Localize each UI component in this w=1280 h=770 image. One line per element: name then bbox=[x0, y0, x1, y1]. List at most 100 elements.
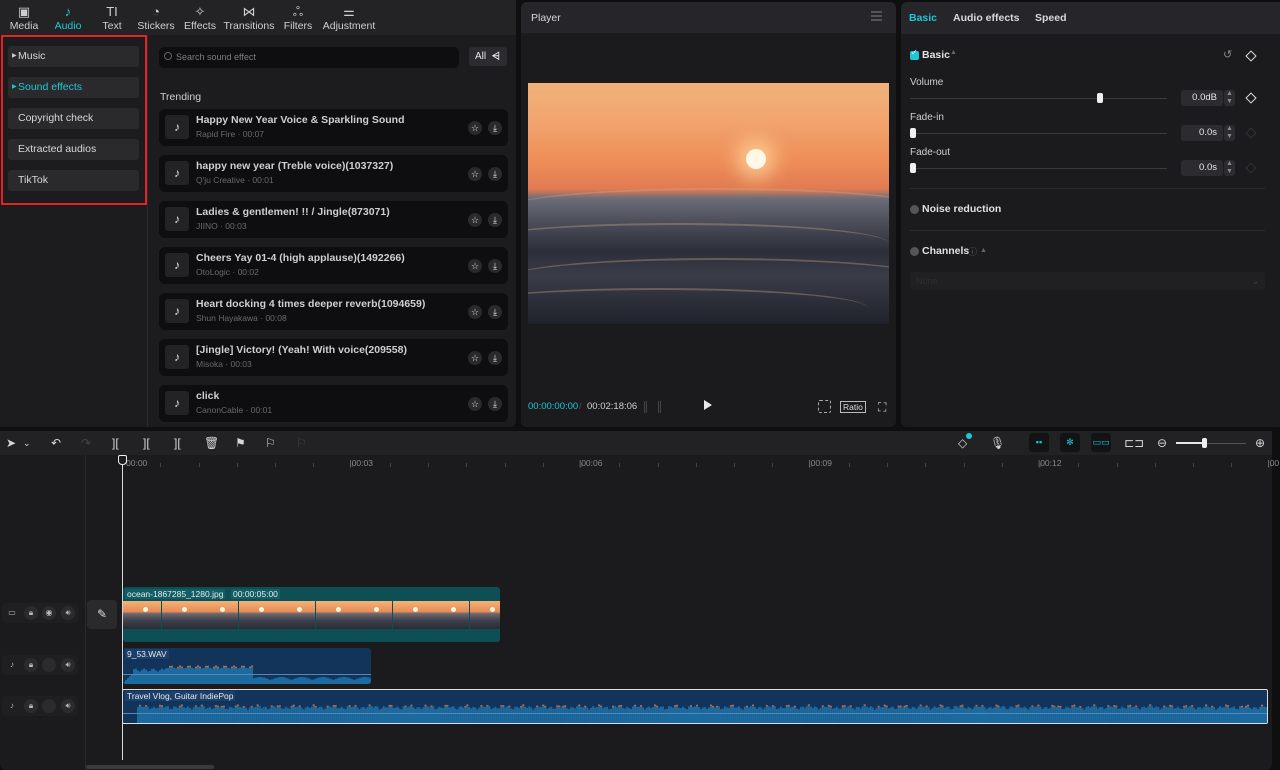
speaker-icon[interactable]: 🔊︎ bbox=[61, 699, 75, 713]
tab-basic[interactable]: Basic bbox=[909, 12, 937, 24]
tab-audio-effects[interactable]: Audio effects bbox=[953, 12, 1020, 24]
favorite-star-icon[interactable]: ☆ bbox=[468, 305, 482, 319]
favorite-star-icon[interactable]: ☆ bbox=[468, 167, 482, 181]
waveform-bar bbox=[859, 708, 862, 723]
favorite-star-icon[interactable]: ☆ bbox=[468, 351, 482, 365]
play-button[interactable] bbox=[704, 400, 712, 410]
search-input[interactable]: Search sound effect bbox=[159, 47, 459, 68]
download-icon[interactable]: ⤓ bbox=[488, 213, 502, 227]
tab-speed[interactable]: Speed bbox=[1035, 12, 1067, 24]
keyframe-icon[interactable] bbox=[1245, 50, 1257, 62]
audio-clip[interactable]: Travel Vlog, Guitar IndiePop bbox=[122, 689, 1268, 724]
sound-list-item[interactable]: ♪ Heart docking 4 times deeper reverb(10… bbox=[159, 293, 508, 330]
download-icon[interactable]: ⤓ bbox=[488, 167, 502, 181]
undo-icon[interactable]: ↶ bbox=[51, 435, 61, 451]
collapse-icon[interactable]: ▲ bbox=[950, 49, 957, 56]
waveform-bar bbox=[692, 707, 695, 723]
tab-media[interactable]: ▣ Media bbox=[2, 0, 46, 35]
sound-list-item[interactable]: ♪ Happy New Year Voice & Sparkling Sound… bbox=[159, 109, 508, 146]
fade-in-stepper[interactable]: ▲ ▼ bbox=[1224, 125, 1235, 141]
eye-icon[interactable]: ◉ bbox=[42, 606, 56, 620]
download-icon[interactable]: ⤓ bbox=[488, 259, 502, 273]
fullscreen-icon[interactable]: ⛶ bbox=[878, 400, 886, 415]
volume-slider-handle[interactable] bbox=[1097, 93, 1104, 103]
fade-out-slider-handle[interactable] bbox=[910, 163, 916, 173]
keyframe-ai-icon[interactable]: ◇ bbox=[958, 433, 972, 451]
trim-right-icon[interactable]: ][ bbox=[174, 435, 181, 451]
tab-text[interactable]: TI Text bbox=[90, 0, 134, 35]
video-clip[interactable]: ocean-1867285_1280.jpg 00:00:05:00 bbox=[123, 587, 500, 642]
speaker-icon[interactable]: 🔊︎ bbox=[61, 606, 75, 620]
favorite-star-icon[interactable]: ☆ bbox=[468, 121, 482, 135]
download-icon[interactable]: ⤓ bbox=[488, 397, 502, 411]
sound-list-item[interactable]: ♪ [Jingle] Victory! (Yeah! With voice(20… bbox=[159, 339, 508, 376]
video-preview[interactable] bbox=[528, 83, 889, 324]
fade-in-slider-handle[interactable] bbox=[910, 128, 916, 138]
trim-left-icon[interactable]: ][ bbox=[143, 435, 150, 451]
waveform-peak bbox=[674, 705, 677, 707]
sound-list-item[interactable]: ♪ Cheers Yay 01-4 (high applause)(149226… bbox=[159, 247, 508, 284]
zoom-fit-icon[interactable] bbox=[818, 400, 831, 413]
tab-adjustment[interactable]: ⚌ Adjustment bbox=[320, 0, 378, 35]
ai-marker-icon[interactable]: ⚑ bbox=[235, 435, 246, 451]
lock-icon[interactable]: 🔒︎ bbox=[24, 606, 38, 620]
waveform-bar bbox=[221, 667, 223, 684]
sound-list-item[interactable]: ♪ happy new year (Treble voice)(1037327)… bbox=[159, 155, 508, 192]
chevron-down-icon[interactable]: ⌄ bbox=[23, 435, 31, 451]
horizontal-scrollbar[interactable] bbox=[86, 765, 214, 769]
favorite-star-icon[interactable]: ☆ bbox=[468, 259, 482, 273]
favorite-star-icon[interactable]: ☆ bbox=[468, 397, 482, 411]
noise-reduction-toggle[interactable] bbox=[910, 205, 919, 214]
favorite-star-icon[interactable]: ☆ bbox=[468, 213, 482, 227]
zoom-in-icon[interactable]: ⊕ bbox=[1255, 435, 1265, 451]
preview-axis-button[interactable]: ▭▭ bbox=[1091, 433, 1111, 452]
zoom-slider-handle[interactable] bbox=[1202, 438, 1208, 448]
volume-value[interactable]: 0.0dB bbox=[1181, 90, 1223, 106]
fade-out-stepper[interactable]: ▲ ▼ bbox=[1224, 160, 1235, 176]
download-icon[interactable]: ⤓ bbox=[488, 121, 502, 135]
download-icon[interactable]: ⤓ bbox=[488, 351, 502, 365]
basic-checkbox[interactable] bbox=[910, 48, 919, 60]
fade-in-slider[interactable] bbox=[910, 133, 1167, 134]
download-icon[interactable]: ⤓ bbox=[488, 305, 502, 319]
ratio-button[interactable]: Ratio bbox=[840, 401, 866, 413]
split-icon[interactable]: ][ bbox=[112, 435, 119, 451]
select-tool-icon[interactable]: ➤ bbox=[6, 435, 16, 451]
channels-select[interactable]: None ⌄ bbox=[910, 272, 1265, 290]
filter-button[interactable]: All ⩤ bbox=[469, 47, 507, 66]
tab-filters[interactable]: ஃ Filters bbox=[276, 0, 320, 35]
tab-effects[interactable]: ✧ Effects bbox=[178, 0, 222, 35]
tab-audio[interactable]: ♪ Audio bbox=[46, 0, 90, 35]
tab-transitions[interactable]: ⋈ Transitions bbox=[222, 0, 276, 35]
help-icon[interactable]: ⓘ bbox=[968, 245, 977, 258]
waveform-grid-icon[interactable] bbox=[644, 401, 661, 413]
sound-list-item[interactable]: ♪ click CanonCable · 00:01 ☆ ⤓ bbox=[159, 385, 508, 422]
audio-clip[interactable]: 9_53.WAV bbox=[123, 648, 371, 684]
time-ruler[interactable]: 00:00 |00:03 |00:06 |00:09 |00:12 |00 bbox=[85, 455, 1279, 471]
menu-icon[interactable] bbox=[871, 11, 882, 21]
reset-icon[interactable]: ↺ bbox=[1223, 48, 1232, 61]
volume-slider[interactable] bbox=[910, 98, 1167, 99]
volume-stepper[interactable]: ▲ ▼ bbox=[1224, 90, 1235, 106]
tab-stickers[interactable]: ◔ Stickers bbox=[134, 0, 178, 35]
microphone-icon[interactable]: 🎙 bbox=[990, 435, 1005, 451]
playhead-line[interactable] bbox=[122, 456, 123, 760]
channels-toggle[interactable] bbox=[910, 247, 919, 256]
lock-icon[interactable]: 🔒︎ bbox=[24, 658, 38, 672]
fade-in-value[interactable]: 0.0s bbox=[1181, 125, 1223, 141]
fade-out-value[interactable]: 0.0s bbox=[1181, 160, 1223, 176]
link-clips-button[interactable]: ▪▪ bbox=[1029, 433, 1049, 452]
split-view-icon[interactable]: ⊏⊐ bbox=[1124, 435, 1144, 451]
zoom-out-icon[interactable]: ⊖ bbox=[1157, 435, 1167, 451]
speaker-icon[interactable]: 🔊︎ bbox=[61, 658, 75, 672]
volume-keyframe-icon[interactable] bbox=[1245, 92, 1257, 104]
lock-icon[interactable]: 🔒︎ bbox=[24, 699, 38, 713]
magnet-snap-button[interactable]: ✻ bbox=[1060, 433, 1080, 452]
fade-out-slider[interactable] bbox=[910, 168, 1167, 169]
edit-cover-button[interactable]: ✎ bbox=[87, 600, 117, 629]
playhead-handle[interactable] bbox=[118, 455, 127, 465]
collapse-icon[interactable]: ▲ bbox=[980, 247, 987, 254]
marker-icon[interactable]: ⚐ bbox=[265, 435, 276, 451]
sound-list-item[interactable]: ♪ Ladies & gentlemen! !! / Jingle(873071… bbox=[159, 201, 508, 238]
delete-icon[interactable]: 🗑 bbox=[204, 435, 219, 451]
